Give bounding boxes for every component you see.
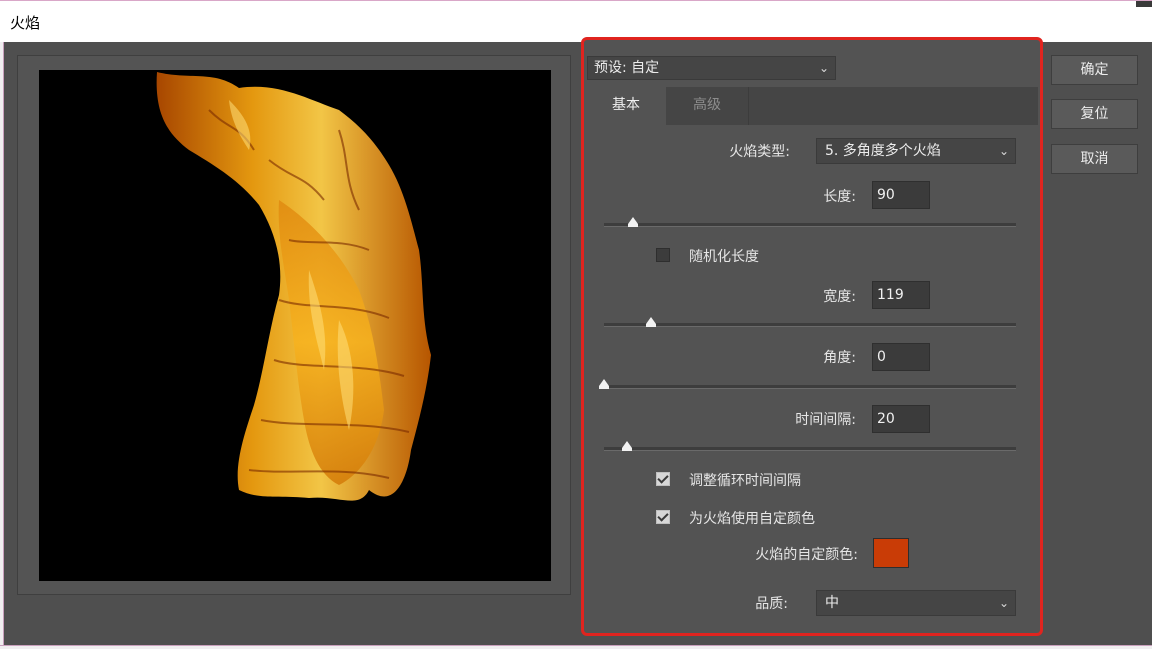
chevron-down-icon: ⌄ [998, 144, 1009, 158]
length-slider-track [604, 223, 1016, 227]
custom-color-label: 为火焰使用自定颜色 [689, 511, 815, 527]
settings-panel: 预设: 自定 ⌄ 基本 高级 火焰类型: 5. 多角度多个火焰 ⌄ 长度: 90… [581, 37, 1043, 636]
window-title: 火焰 [10, 14, 41, 32]
width-slider-track [604, 323, 1016, 327]
ok-button[interactable]: 确定 [1051, 55, 1138, 85]
custom-color-checkbox[interactable] [656, 510, 670, 524]
angle-input[interactable]: 0 [872, 343, 930, 371]
tab-advanced[interactable]: 高级 [666, 87, 749, 125]
interval-input[interactable]: 20 [872, 405, 930, 433]
flame-type-label: 火焰类型: [729, 144, 790, 160]
angle-slider-track [604, 385, 1016, 389]
length-input[interactable]: 90 [872, 181, 930, 209]
custom-color-swatch-label: 火焰的自定颜色: [755, 547, 858, 563]
interval-slider[interactable] [604, 441, 1016, 454]
chevron-down-icon: ⌄ [818, 61, 829, 75]
reset-button[interactable]: 复位 [1051, 99, 1138, 129]
preset-label: 预设: 自定 [594, 60, 660, 76]
quality-value: 中 [825, 595, 839, 611]
width-slider-thumb[interactable] [646, 317, 657, 327]
window-frame-left [0, 42, 4, 649]
interval-label: 时间间隔: [795, 412, 856, 428]
flame-illustration [156, 72, 431, 501]
window-frame-bottom [0, 645, 1152, 649]
width-input[interactable]: 119 [872, 281, 930, 309]
quality-label: 品质: [755, 596, 788, 612]
preview-panel [17, 55, 571, 595]
chevron-down-icon: ⌄ [998, 596, 1009, 610]
angle-slider[interactable] [599, 379, 1016, 392]
cancel-button[interactable]: 取消 [1051, 144, 1138, 174]
flame-type-value: 5. 多角度多个火焰 [825, 143, 941, 159]
adjust-loop-label: 调整循环时间间隔 [689, 473, 801, 489]
randomize-length-label: 随机化长度 [689, 249, 759, 265]
preset-dropdown[interactable]: 预设: 自定 ⌄ [587, 56, 836, 80]
tab-bar: 基本 高级 [586, 87, 1038, 125]
length-label: 长度: [823, 189, 856, 205]
adjust-loop-checkbox[interactable] [656, 472, 670, 486]
flame-type-dropdown[interactable]: 5. 多角度多个火焰 ⌄ [816, 138, 1016, 164]
width-label: 宽度: [823, 289, 856, 305]
length-slider[interactable] [604, 217, 1016, 230]
angle-slider-thumb[interactable] [599, 379, 609, 389]
flame-preview-image [39, 70, 551, 581]
randomize-length-checkbox[interactable] [656, 248, 670, 262]
titlebar-corner [1136, 1, 1152, 7]
width-slider[interactable] [604, 317, 1016, 330]
quality-dropdown[interactable]: 中 ⌄ [816, 590, 1016, 616]
window-titlebar: 火焰 [0, 0, 1152, 42]
custom-color-swatch[interactable] [873, 538, 909, 568]
length-slider-thumb[interactable] [627, 217, 638, 227]
angle-label: 角度: [823, 350, 856, 366]
interval-slider-track [604, 447, 1016, 451]
interval-slider-thumb[interactable] [621, 441, 632, 451]
tab-basic[interactable]: 基本 [586, 87, 666, 125]
